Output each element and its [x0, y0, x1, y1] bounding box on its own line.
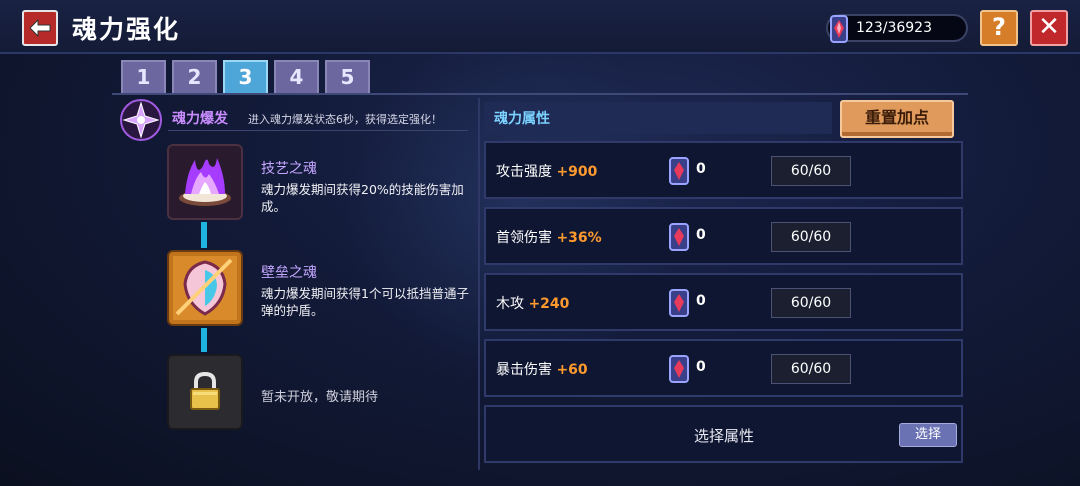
attribute-row-crit-damage: 暴击伤害 +60 0 60/60	[484, 339, 963, 397]
attribute-cost: 0	[696, 161, 706, 177]
attribute-cost: 0	[696, 227, 706, 243]
select-attribute-label: 选择属性	[694, 427, 755, 445]
question-mark-icon: ?	[992, 13, 1006, 41]
soul-gem-icon	[669, 223, 689, 251]
attribute-label: 木攻 +240	[496, 293, 569, 313]
attribute-level: 60/60	[771, 156, 851, 186]
tab-4[interactable]: 4	[274, 60, 319, 93]
soul-burst-description: 进入魂力爆发状态6秒，获得选定强化！	[248, 113, 442, 126]
attribute-level: 60/60	[771, 354, 851, 384]
soul-burst-icon	[120, 99, 162, 141]
locked-soul-node	[167, 354, 243, 430]
tab-5[interactable]: 5	[325, 60, 370, 93]
attribute-name: 木攻	[496, 296, 524, 312]
soul-currency-display: 123/36923	[826, 14, 968, 43]
select-button[interactable]: 选择	[899, 423, 957, 447]
attribute-bonus: +60	[556, 362, 588, 378]
attribute-bonus: +900	[556, 164, 598, 180]
skill-soul-icon	[179, 158, 231, 206]
attribute-label: 攻击强度 +900	[496, 161, 597, 181]
barrier-soul-name: 壁垒之魂	[261, 265, 317, 281]
soul-gem-icon	[669, 157, 689, 185]
attribute-level: 60/60	[771, 222, 851, 252]
locked-soul-text: 暂未开放，敬请期待	[261, 390, 379, 405]
barrier-soul-description: 魂力爆发期间获得1个可以抵挡普通子弹的护盾。	[261, 286, 469, 318]
attribute-row-attack: 攻击强度 +900 0 60/60	[484, 141, 963, 199]
attribute-name: 攻击强度	[496, 164, 552, 180]
skill-soul-description: 魂力爆发期间获得20%的技能伤害加成。	[261, 182, 464, 214]
skill-soul-name: 技艺之魂	[261, 161, 317, 177]
barrier-soul-icon	[173, 256, 237, 320]
header-bar: 魂力强化 123/36923 ? ✕	[0, 0, 1080, 54]
currency-value: 123/36923	[856, 20, 932, 36]
attribute-row-wood-attack: 木攻 +240 0 60/60	[484, 273, 963, 331]
soul-gem-icon	[669, 289, 689, 317]
attributes-header: 魂力属性	[484, 102, 832, 134]
tree-connector	[201, 222, 207, 248]
barrier-soul-node[interactable]	[167, 250, 243, 326]
select-attribute-row: 选择属性 选择	[484, 405, 963, 463]
attribute-name: 暴击伤害	[496, 362, 552, 378]
close-button[interactable]: ✕	[1030, 10, 1068, 46]
panel-divider	[478, 98, 480, 470]
soul-gem-icon	[669, 355, 689, 383]
page-title: 魂力强化	[72, 15, 181, 44]
attribute-row-boss-damage: 首领伤害 +36% 0 60/60	[484, 207, 963, 265]
attribute-label: 首领伤害 +36%	[496, 227, 602, 247]
tree-connector	[201, 328, 207, 352]
attribute-bonus: +240	[528, 296, 570, 312]
divider	[168, 130, 468, 131]
arrow-left-icon	[29, 18, 51, 38]
padlock-icon	[190, 371, 220, 410]
attribute-cost: 0	[696, 293, 706, 309]
attribute-cost: 0	[696, 359, 706, 375]
tab-3[interactable]: 3	[223, 60, 268, 93]
close-icon: ✕	[1038, 12, 1060, 42]
attribute-level: 60/60	[771, 288, 851, 318]
tab-divider	[112, 93, 968, 95]
reset-points-button[interactable]: 重置加点	[840, 100, 954, 138]
back-button[interactable]	[22, 10, 58, 46]
attribute-label: 暴击伤害 +60	[496, 359, 588, 379]
attribute-name: 首领伤害	[496, 230, 552, 246]
tab-1[interactable]: 1	[121, 60, 166, 93]
tier-tabs: 1 2 3 4 5	[121, 60, 370, 93]
soul-burst-title: 魂力爆发	[172, 111, 228, 127]
skill-soul-node[interactable]	[167, 144, 243, 220]
tab-2[interactable]: 2	[172, 60, 217, 93]
soul-gem-icon	[830, 15, 848, 43]
attribute-bonus: +36%	[556, 230, 602, 246]
help-button[interactable]: ?	[980, 10, 1018, 46]
